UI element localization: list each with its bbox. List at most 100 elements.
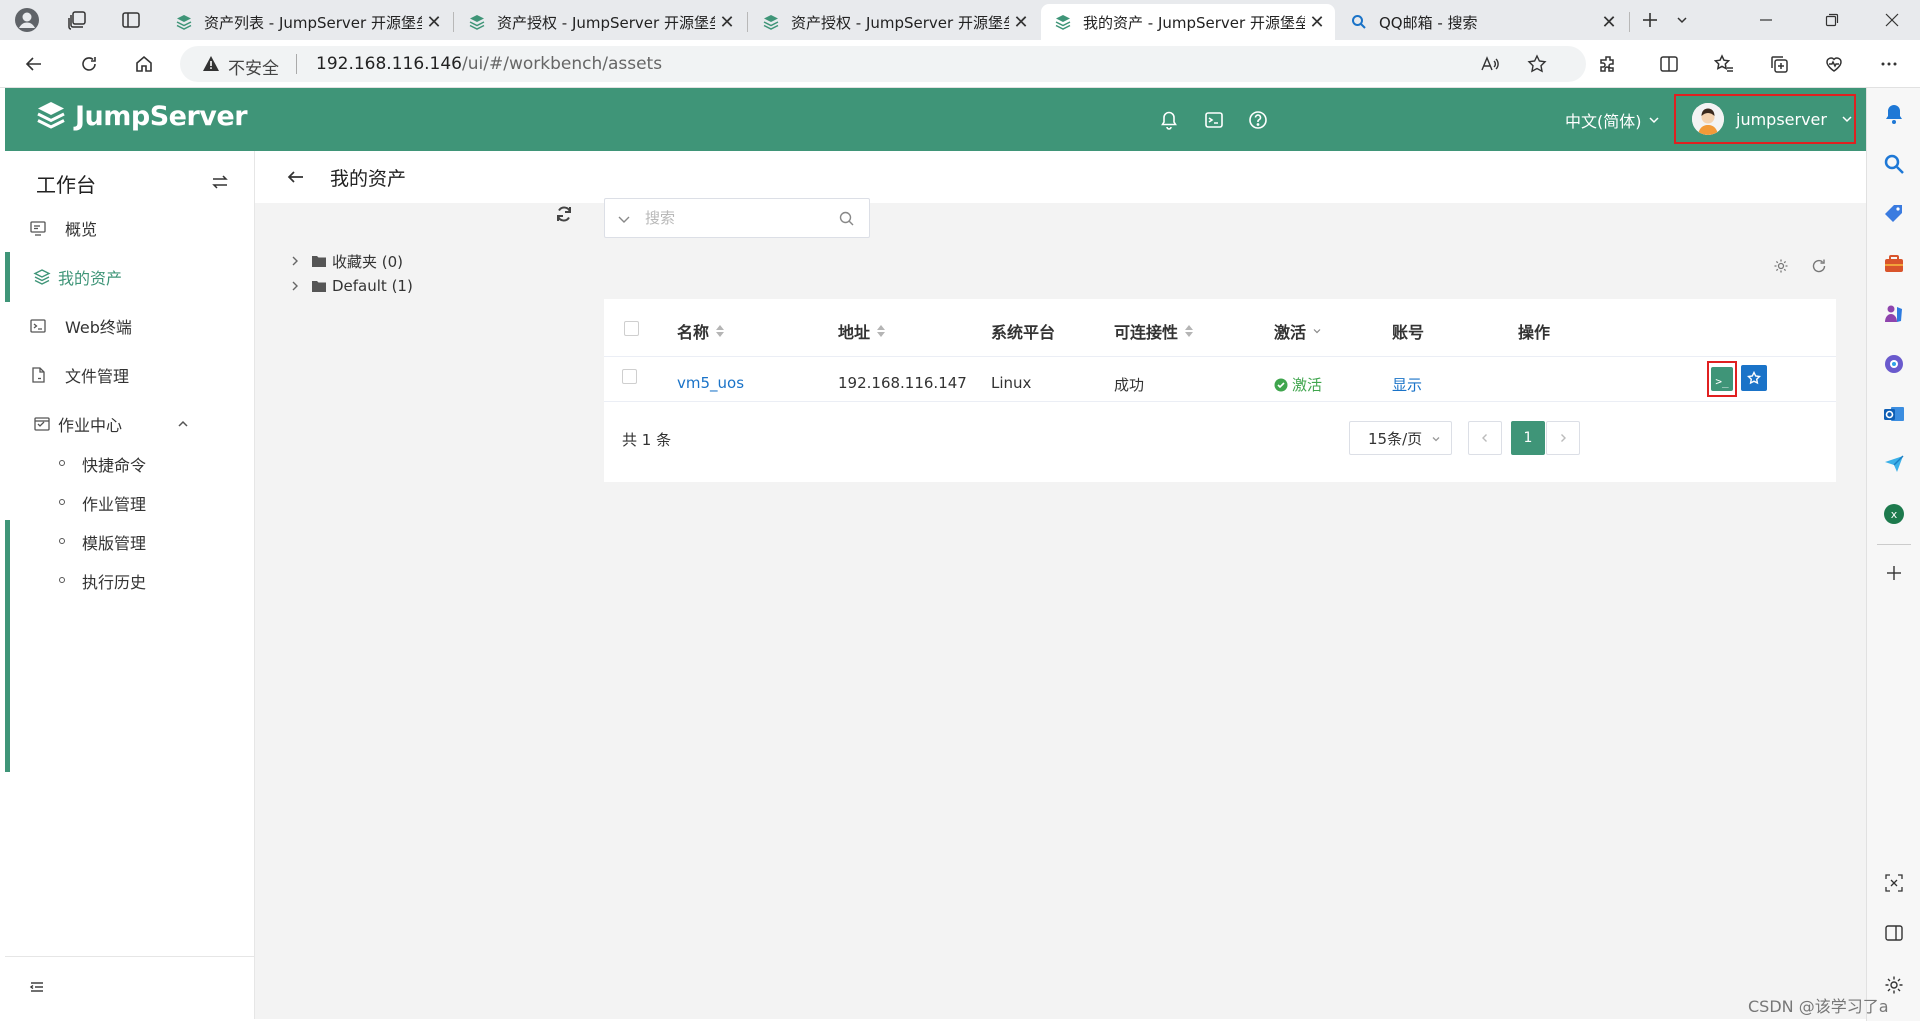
shopping-tag-icon[interactable]	[1881, 201, 1907, 227]
search-icon[interactable]	[839, 211, 854, 226]
prev-page-button[interactable]	[1468, 421, 1502, 455]
page-header: 我的资产	[255, 151, 1866, 203]
browser-essentials-icon[interactable]	[1819, 50, 1849, 78]
tab-actions-icon[interactable]	[117, 6, 145, 34]
screenshot-icon[interactable]	[1881, 870, 1907, 896]
close-tab-icon[interactable]: ✕	[422, 12, 446, 33]
back-icon[interactable]	[19, 50, 49, 78]
close-window-icon[interactable]	[1878, 6, 1906, 34]
minimize-icon[interactable]	[1752, 6, 1780, 34]
tree-refresh-icon[interactable]	[555, 205, 573, 223]
browser-tab[interactable]: 资产授权 - JumpServer 开源堡垒机 ✕	[455, 4, 745, 40]
browser-tab[interactable]: 资产授权 - JumpServer 开源堡垒机 ✕	[749, 4, 1039, 40]
sort-icon[interactable]	[1184, 324, 1194, 338]
browser-tab-active[interactable]: 我的资产 - JumpServer 开源堡垒机 ✕	[1041, 4, 1335, 40]
switch-view-icon[interactable]	[211, 173, 229, 191]
page-title: 我的资产	[330, 168, 407, 190]
chevron-down-icon	[1648, 117, 1659, 124]
expand-caret-icon[interactable]	[290, 281, 302, 291]
column-header-connectivity[interactable]: 可连接性	[1114, 319, 1194, 343]
url-field[interactable]: 不安全 192.168.116.146/ui/#/workbench/asset…	[180, 46, 1586, 82]
add-icon[interactable]	[1881, 560, 1907, 586]
tree-node-default[interactable]: Default (1)	[290, 275, 413, 297]
table-settings-gear-icon[interactable]	[1773, 258, 1789, 274]
notification-bell-icon[interactable]	[1881, 101, 1907, 127]
favorites-icon[interactable]	[1709, 50, 1739, 78]
sidebar-item-overview[interactable]: 概览	[5, 203, 255, 253]
column-header-active[interactable]: 激活	[1274, 319, 1322, 343]
collections-icon[interactable]	[1764, 50, 1794, 78]
favorite-star-icon[interactable]	[1527, 54, 1547, 74]
add-favorite-button[interactable]	[1741, 365, 1767, 391]
submenu-item-job-management[interactable]: 作业管理	[5, 482, 255, 522]
search-input[interactable]	[645, 205, 825, 231]
page-number-button[interactable]: 1	[1511, 421, 1545, 455]
help-icon[interactable]	[1246, 108, 1270, 132]
sort-icon[interactable]	[876, 324, 886, 338]
send-plane-icon[interactable]	[1881, 451, 1907, 477]
excel-circle-icon[interactable]: x	[1881, 501, 1907, 527]
show-account-link[interactable]: 显示	[1392, 374, 1422, 395]
search-icon[interactable]	[1881, 151, 1907, 177]
profile-icon[interactable]	[13, 6, 41, 34]
restore-icon[interactable]	[1818, 6, 1846, 34]
sidebar-item-my-assets[interactable]: 我的资产	[5, 252, 255, 302]
collapse-sidebar-icon[interactable]	[29, 979, 45, 995]
expand-caret-icon[interactable]	[290, 256, 302, 266]
more-menu-icon[interactable]	[1874, 50, 1904, 78]
asset-name-link[interactable]: vm5_uos	[677, 374, 744, 392]
terminal-icon: >_	[1711, 367, 1733, 391]
filter-chevron-icon[interactable]	[1312, 326, 1322, 336]
url-path: /ui/#/workbench/assets	[462, 54, 663, 74]
check-circle-icon	[1274, 378, 1288, 391]
browser-address-bar: 不安全 192.168.116.146/ui/#/workbench/asset…	[0, 40, 1920, 88]
tab-list-chevron-icon[interactable]	[1668, 6, 1696, 34]
warning-icon[interactable]	[202, 55, 220, 73]
column-header-label: 账号	[1392, 323, 1425, 342]
select-all-checkbox[interactable]	[624, 321, 639, 336]
column-header-name[interactable]: 名称	[677, 319, 725, 343]
tree-node-favorites[interactable]: 收藏夹 (0)	[290, 250, 403, 272]
page-size-select[interactable]: 15条/页	[1349, 421, 1452, 455]
workspaces-icon[interactable]	[63, 6, 91, 34]
back-arrow-icon[interactable]	[286, 167, 306, 187]
read-aloud-icon[interactable]	[1480, 54, 1500, 74]
web-terminal-icon[interactable]	[1202, 108, 1226, 132]
connect-terminal-button[interactable]: >_	[1707, 361, 1737, 397]
filter-dropdown-icon[interactable]	[617, 212, 631, 226]
sort-icon[interactable]	[715, 324, 725, 338]
new-tab-icon[interactable]	[1636, 6, 1664, 34]
split-screen-icon[interactable]	[1654, 50, 1684, 78]
tools-briefcase-icon[interactable]	[1881, 251, 1907, 277]
reload-icon[interactable]	[74, 50, 104, 78]
sidebar-item-web-terminal[interactable]: Web终端	[5, 301, 255, 351]
jumpserver-favicon	[469, 14, 485, 30]
submenu-item-quick-command[interactable]: 快捷命令	[5, 443, 255, 483]
outlook-icon[interactable]	[1881, 401, 1907, 427]
copilot-icon[interactable]	[1881, 351, 1907, 377]
browser-tab[interactable]: QQ邮箱 - 搜索 ✕	[1337, 4, 1627, 40]
sidebar-item-file-manager[interactable]: 文件管理	[5, 350, 255, 400]
row-checkbox[interactable]	[622, 369, 637, 384]
bell-icon[interactable]	[1157, 108, 1181, 132]
jumpserver-logo[interactable]: JumpServer	[35, 100, 248, 132]
sidebar-item-job-center[interactable]: 作业中心	[5, 399, 255, 449]
folder-icon	[312, 280, 326, 292]
submenu-item-execution-history[interactable]: 执行历史	[5, 560, 255, 600]
next-page-button[interactable]	[1546, 421, 1580, 455]
table-refresh-icon[interactable]	[1811, 258, 1827, 274]
submenu-item-template-management[interactable]: 模版管理	[5, 521, 255, 561]
close-tab-icon[interactable]: ✕	[1597, 12, 1621, 33]
browser-tab[interactable]: 资产列表 - JumpServer 开源堡垒机 ✕	[162, 4, 452, 40]
tab-title: 资产列表 - JumpServer 开源堡垒机	[204, 13, 422, 32]
games-icon[interactable]	[1881, 301, 1907, 327]
close-tab-icon[interactable]: ✕	[1009, 12, 1033, 33]
close-tab-icon[interactable]: ✕	[715, 12, 739, 33]
sidebar-panel-icon[interactable]	[1881, 920, 1907, 946]
user-menu[interactable]: jumpserver	[1674, 94, 1856, 144]
home-icon[interactable]	[129, 50, 159, 78]
close-tab-icon[interactable]: ✕	[1305, 12, 1329, 33]
column-header-address[interactable]: 地址	[838, 319, 886, 343]
language-selector[interactable]: 中文(简体)	[1565, 108, 1660, 132]
extensions-icon[interactable]	[1593, 50, 1623, 78]
